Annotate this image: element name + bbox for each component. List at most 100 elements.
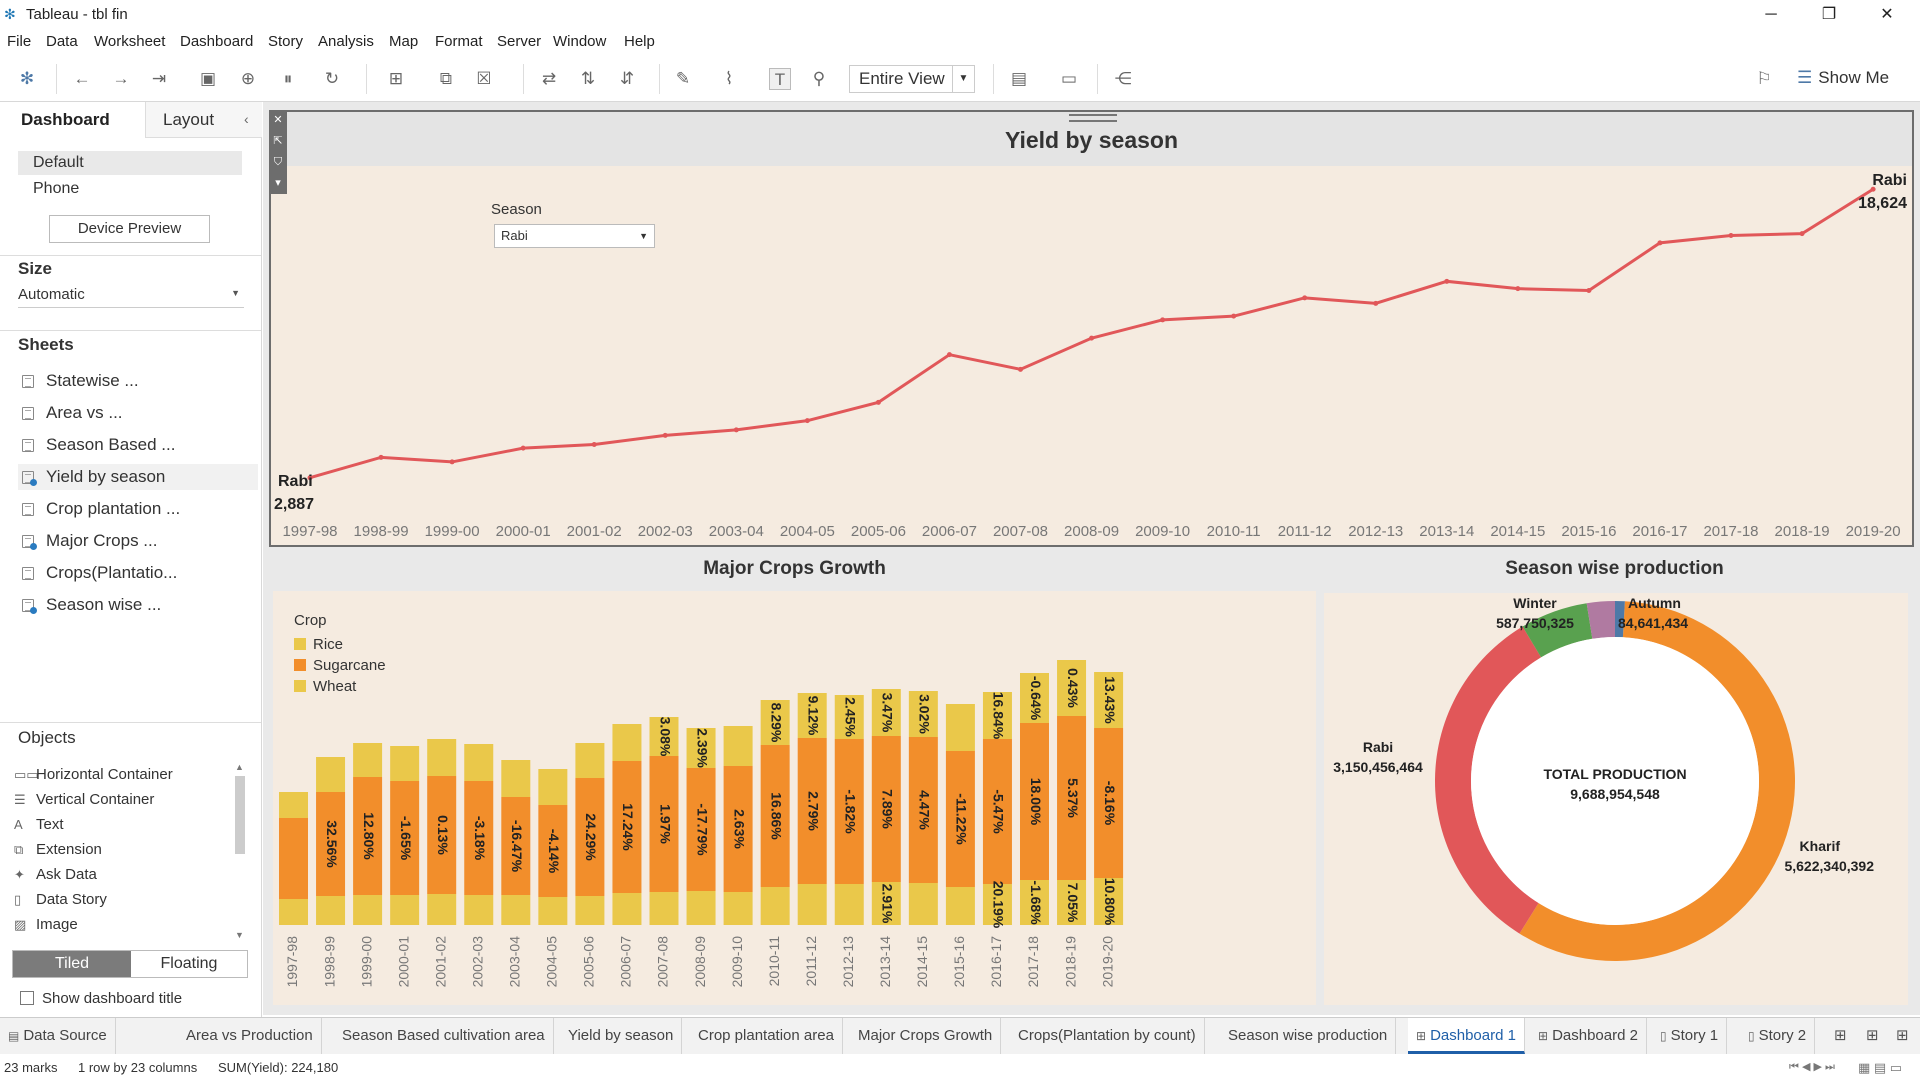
x-tick-label: 2013-14 (1419, 523, 1474, 540)
object-extension[interactable]: ⧉ Extension (14, 839, 102, 861)
tab-crop-plantation-area[interactable]: Crop plantation area (690, 1018, 843, 1054)
menu-format[interactable]: Format (435, 33, 483, 50)
menu-map[interactable]: Map (389, 33, 418, 50)
show-cards-icon[interactable]: ▤ (1008, 68, 1030, 90)
minimize-button[interactable]: ─ (1742, 0, 1800, 30)
legend-item-wheat[interactable]: Wheat (294, 676, 386, 697)
swap-rows-columns-icon[interactable]: ⇄ (538, 68, 560, 90)
show-mark-labels-icon[interactable]: T (769, 68, 791, 90)
sorter-view-icon[interactable]: ▦ ▤ ▭ (1858, 1060, 1902, 1076)
show-dashboard-title-checkbox[interactable]: Show dashboard title (20, 990, 182, 1007)
size-select[interactable]: Automatic ▼ (18, 286, 244, 308)
menu-dashboard[interactable]: Dashboard (180, 33, 253, 50)
sheet-item[interactable]: Statewise ... (18, 368, 258, 394)
tab-dashboard[interactable]: Dashboard (0, 102, 145, 138)
scroll-down-icon[interactable]: ▼ (235, 930, 244, 940)
menu-story[interactable]: Story (268, 33, 303, 50)
tab-area-vs-production[interactable]: Area vs Production (178, 1018, 322, 1054)
yield-end-label: Rabi (1872, 172, 1907, 189)
menu-data[interactable]: Data (46, 33, 78, 50)
object-horizontal-container[interactable]: ▭▭Horizontal Container (14, 764, 173, 786)
menu-help[interactable]: Help (624, 33, 655, 50)
yield-point-2011-12 (1302, 295, 1308, 301)
sheet-item[interactable]: Area vs ... (18, 400, 258, 426)
sheet-item[interactable]: Major Crops ... (18, 528, 258, 554)
duplicate-icon[interactable]: ⧉ (435, 68, 457, 90)
season-filter-select[interactable]: Rabi ▼ (494, 224, 655, 248)
label-wheat-2019-20: 10.80% (1102, 878, 1118, 926)
move-handle-icon[interactable] (1069, 114, 1117, 122)
legend-item-rice[interactable]: Rice (294, 634, 386, 655)
menu-analysis[interactable]: Analysis (318, 33, 374, 50)
replay-icon[interactable]: ⇥ (148, 68, 170, 90)
object-data-story[interactable]: ▯ Data Story (14, 889, 107, 911)
tab-yield-by-season[interactable]: Yield by season (560, 1018, 683, 1054)
remove-zone-icon[interactable]: ✕ (269, 110, 287, 131)
x-tick-label: 1998-99 (354, 523, 409, 540)
group-members-icon[interactable]: ⌇ (718, 68, 740, 90)
sheet-item[interactable]: Crops(Plantatio... (18, 560, 258, 586)
menu-file[interactable]: File (7, 33, 31, 50)
clear-sheet-icon[interactable]: ☒ (473, 68, 495, 90)
scroll-thumb[interactable] (235, 776, 245, 854)
tab-season-wise-production[interactable]: Season wise production (1220, 1018, 1397, 1054)
tab-data-source[interactable]: ▤ Data Source (0, 1018, 116, 1054)
new-data-source-icon[interactable]: ⊕ (237, 68, 259, 90)
menu-server[interactable]: Server (497, 33, 541, 50)
sort-descending-icon[interactable]: ⇵ (616, 68, 638, 90)
object-vertical-container[interactable]: ☰ Vertical Container (14, 789, 154, 811)
menu-window[interactable]: Window (553, 33, 606, 50)
highlight-icon[interactable]: ✎ (672, 68, 694, 90)
floating-button[interactable]: Floating (131, 951, 247, 977)
scroll-up-icon[interactable]: ▲ (235, 762, 244, 772)
x-tick-label: 2017-18 (1703, 523, 1758, 540)
checkbox-box[interactable] (20, 991, 34, 1005)
tab-crops-plantation-by-count[interactable]: Crops(Plantation by count) (1010, 1018, 1205, 1054)
pause-updates-icon[interactable]: ⏸ (277, 68, 299, 90)
tableau-home-icon[interactable]: ✻ (16, 68, 38, 90)
tab-season-based-cultivation-area[interactable]: Season Based cultivation area (334, 1018, 554, 1054)
sheet-item[interactable]: Season Based ... (18, 432, 258, 458)
yield-point-2007-08 (1018, 366, 1023, 372)
tab-major-crops-growth[interactable]: Major Crops Growth (850, 1018, 1002, 1054)
device-default[interactable]: Default (18, 151, 242, 175)
sheet-item[interactable]: Crop plantation ... (18, 496, 258, 522)
fit-view-select[interactable]: Entire View ▼ (849, 65, 975, 93)
legend-item-sugarcane[interactable]: Sugarcane (294, 655, 386, 676)
new-dashboard-tab-icon[interactable]: ⊞ (1866, 1026, 1879, 1044)
new-worksheet-icon[interactable]: ⊞ (385, 68, 407, 90)
fix-axes-icon[interactable]: ⚲ (808, 68, 830, 90)
tab-dashboard-1[interactable]: ⊞ Dashboard 1 (1408, 1018, 1525, 1054)
collapse-pane-icon[interactable]: ‹ (244, 111, 249, 127)
chevron-down-icon: ▼ (952, 66, 974, 92)
new-story-tab-icon[interactable]: ⊞ (1896, 1026, 1909, 1044)
device-phone[interactable]: Phone (18, 177, 242, 201)
save-icon[interactable]: ▣ (197, 68, 219, 90)
share-icon[interactable]: ⋲ (1112, 68, 1134, 90)
tab-dashboard-2[interactable]: ⊞ Dashboard 2 (1530, 1018, 1647, 1054)
sheet-item[interactable]: Yield by season (18, 464, 258, 490)
tab-story-2[interactable]: ▯ Story 2 (1740, 1018, 1816, 1054)
close-button[interactable]: ✕ (1858, 0, 1916, 30)
restore-button[interactable]: ❐ (1800, 0, 1858, 30)
bar-wheat-2002-03 (464, 895, 494, 925)
sheet-navigation-icon[interactable]: ⏮ ◀ ▶ ⏭ (1789, 1060, 1835, 1074)
menu-worksheet[interactable]: Worksheet (94, 33, 165, 50)
object-ask-data[interactable]: ✦ Ask Data (14, 864, 97, 886)
undo-icon[interactable]: ← (71, 68, 93, 90)
go-to-sheet-icon[interactable]: ⇱ (269, 131, 287, 152)
object-image[interactable]: ▨ Image (14, 914, 78, 936)
presentation-mode-icon[interactable]: ▭ (1058, 68, 1080, 90)
show-me-button[interactable]: ☰ Show Me (1797, 68, 1889, 88)
object-text[interactable]: A Text (14, 814, 64, 836)
redo-icon[interactable]: → (110, 68, 132, 90)
refresh-icon[interactable]: ↻ (321, 68, 343, 90)
device-preview-button[interactable]: Device Preview (49, 215, 210, 243)
tiled-button[interactable]: Tiled (13, 951, 131, 977)
sort-ascending-icon[interactable]: ⇅ (577, 68, 599, 90)
tab-story-1[interactable]: ▯ Story 1 (1652, 1018, 1728, 1054)
objects-scrollbar[interactable]: ▲ ▼ (233, 762, 247, 942)
format-workbook-icon[interactable]: ⚐ (1753, 68, 1775, 90)
sheet-item[interactable]: Season wise ... (18, 592, 258, 618)
new-worksheet-tab-icon[interactable]: ⊞ (1834, 1026, 1847, 1044)
